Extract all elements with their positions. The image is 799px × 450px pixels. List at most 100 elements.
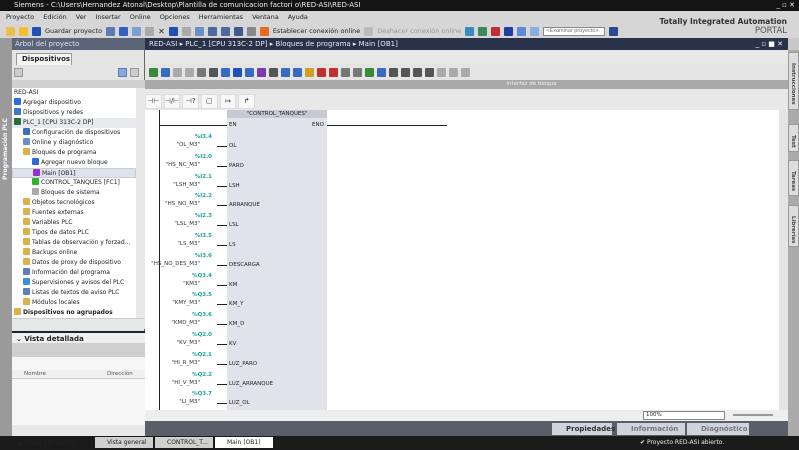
block-interface-bar[interactable]: Interfaz de bloque xyxy=(145,80,788,89)
editor-tool-icon[interactable] xyxy=(185,67,194,77)
operand-tag[interactable]: "KMD_M3" xyxy=(0,320,200,326)
vertical-tab-plc-programming[interactable]: Programación PLC xyxy=(0,38,12,436)
portal-view-button[interactable]: ◂ Vista del portal xyxy=(18,436,77,450)
editor-tool-icon[interactable] xyxy=(209,67,218,77)
editor-tool-icon[interactable] xyxy=(197,67,206,77)
tree-item[interactable]: Agregar dispositivo xyxy=(12,98,136,108)
editor-tool-icon[interactable] xyxy=(149,67,158,77)
operand-tag[interactable]: "OL_M3" xyxy=(0,142,200,148)
tab-overview[interactable]: Vista general xyxy=(95,437,153,448)
editor-tool-icon[interactable] xyxy=(293,67,302,77)
undo-icon[interactable] xyxy=(168,26,178,36)
split-vertical-icon[interactable] xyxy=(530,26,540,36)
paste-icon[interactable] xyxy=(145,26,155,36)
start-cpu-icon[interactable] xyxy=(478,26,488,36)
menu-item[interactable]: Proyecto xyxy=(6,11,34,24)
zoom-slider[interactable] xyxy=(733,414,773,416)
operand-tag[interactable]: "HS_NO_DES_M3" xyxy=(0,261,200,267)
menu-item[interactable]: Ventana xyxy=(252,11,279,24)
go-online-button[interactable]: Establecer conexión online xyxy=(273,27,360,35)
operand-address[interactable]: %Q3.7 xyxy=(12,391,212,397)
editor-tool-icon[interactable] xyxy=(377,67,386,77)
tree-view-icon[interactable] xyxy=(118,68,127,77)
operand-address[interactable]: %Q2.0 xyxy=(12,332,212,338)
editor-tool-icon[interactable] xyxy=(365,67,374,77)
window-controls[interactable]: _ ▫ ✕ xyxy=(776,0,795,11)
tab-tasks[interactable]: Tareas xyxy=(788,160,799,196)
tree-toolbar-icon[interactable] xyxy=(14,68,23,77)
operand-address[interactable]: %Q3.4 xyxy=(12,273,212,279)
operand-tag[interactable]: "LS_M3" xyxy=(0,241,200,247)
menu-item[interactable]: Ver xyxy=(76,11,87,24)
tab-properties[interactable]: Propiedades xyxy=(552,423,615,435)
operand-address[interactable]: %Q3.5 xyxy=(12,292,212,298)
operand-tag[interactable]: "LI_M3" xyxy=(0,399,200,405)
accessible-devices-icon[interactable] xyxy=(465,26,475,36)
ladder-tool-button[interactable]: ⊣?⊢ xyxy=(182,94,200,118)
editor-tool-icon[interactable] xyxy=(305,67,314,77)
operand-address[interactable]: %I2.2 xyxy=(12,193,212,199)
new-project-icon[interactable] xyxy=(6,26,15,36)
menu-item[interactable]: Herramientas xyxy=(199,11,243,24)
editor-tool-icon[interactable] xyxy=(173,67,182,77)
zoom-select[interactable]: 100% xyxy=(643,411,725,420)
tree-view2-icon[interactable] xyxy=(130,68,139,77)
stop-icon[interactable] xyxy=(246,26,256,36)
operand-tag[interactable]: "KV_M3" xyxy=(0,340,200,346)
menu-item[interactable]: Edición xyxy=(43,11,67,24)
split-horizontal-icon[interactable] xyxy=(517,26,527,36)
editor-tool-icon[interactable] xyxy=(449,67,458,77)
operand-address[interactable]: %Q2.1 xyxy=(12,352,212,358)
editor-tool-icon[interactable] xyxy=(233,67,242,77)
menu-item[interactable]: Insertar xyxy=(95,11,120,24)
redo-icon[interactable] xyxy=(181,26,191,36)
block-name[interactable]: "CONTROL_TANQUES" xyxy=(227,110,327,118)
editor-window-controls[interactable]: _ ▫ ■ ✕ xyxy=(756,38,783,50)
tab-main-ob1[interactable]: Main (OB1) xyxy=(215,437,273,448)
operand-tag[interactable]: "LSH_M3" xyxy=(0,182,200,188)
delete-icon[interactable]: ✕ xyxy=(158,27,165,36)
operand-tag[interactable]: "HS_NC_M3" xyxy=(0,162,200,168)
ladder-tool-button[interactable]: ↱ xyxy=(238,94,256,109)
cut-icon[interactable] xyxy=(119,26,129,36)
editor-tool-icon[interactable] xyxy=(461,67,470,77)
print-icon[interactable] xyxy=(106,26,116,36)
operand-address[interactable]: %I3.5 xyxy=(12,233,212,239)
copy-icon[interactable] xyxy=(132,26,142,36)
search-icon[interactable] xyxy=(609,26,619,36)
editor-tool-icon[interactable] xyxy=(245,67,254,77)
editor-tool-icon[interactable] xyxy=(221,67,230,77)
ladder-tool-button[interactable]: ↦ xyxy=(219,94,237,109)
operand-tag[interactable]: "KMY_M3" xyxy=(0,300,200,306)
go-offline-button[interactable]: Deshacer conexión online xyxy=(377,27,461,35)
operand-address[interactable]: %I2.3 xyxy=(12,213,212,219)
operand-tag[interactable]: "HS_NO_M3" xyxy=(0,201,200,207)
editor-tool-icon[interactable] xyxy=(437,67,446,77)
save-icon[interactable] xyxy=(32,26,41,36)
editor-tool-icon[interactable] xyxy=(317,67,326,77)
upload-icon[interactable] xyxy=(220,26,230,36)
go-online-icon[interactable] xyxy=(259,26,269,36)
editor-scrollbar[interactable] xyxy=(779,110,788,410)
editor-tool-icon[interactable] xyxy=(161,67,170,77)
tab-libraries[interactable]: Librerías xyxy=(788,205,799,247)
open-project-icon[interactable] xyxy=(19,26,28,36)
operand-address[interactable]: %I3.4 xyxy=(12,134,212,140)
tree-item[interactable]: PLC_1 [CPU 313C-2 DP] xyxy=(12,118,136,128)
operand-address[interactable]: %Q3.6 xyxy=(12,312,212,318)
cross-ref-icon[interactable] xyxy=(504,26,514,36)
tree-item[interactable]: Dispositivos y redes xyxy=(12,108,136,118)
tab-instructions[interactable]: Instrucciones xyxy=(788,52,799,110)
editor-tool-icon[interactable] xyxy=(257,67,266,77)
operand-tag[interactable]: "KM3" xyxy=(0,281,200,287)
editor-tool-icon[interactable] xyxy=(353,67,362,77)
operand-address[interactable]: %I2.0 xyxy=(12,154,212,160)
editor-tool-icon[interactable] xyxy=(425,67,434,77)
tree-item[interactable]: RED-ASI xyxy=(12,88,136,98)
editor-tool-icon[interactable] xyxy=(389,67,398,77)
tab-control-tanques[interactable]: CONTROL_T... xyxy=(155,437,213,448)
stop-cpu-icon[interactable] xyxy=(491,26,501,36)
editor-tool-icon[interactable] xyxy=(413,67,422,77)
tab-diagnostics[interactable]: Diagnóstico xyxy=(687,423,749,435)
editor-tool-icon[interactable] xyxy=(401,67,410,77)
